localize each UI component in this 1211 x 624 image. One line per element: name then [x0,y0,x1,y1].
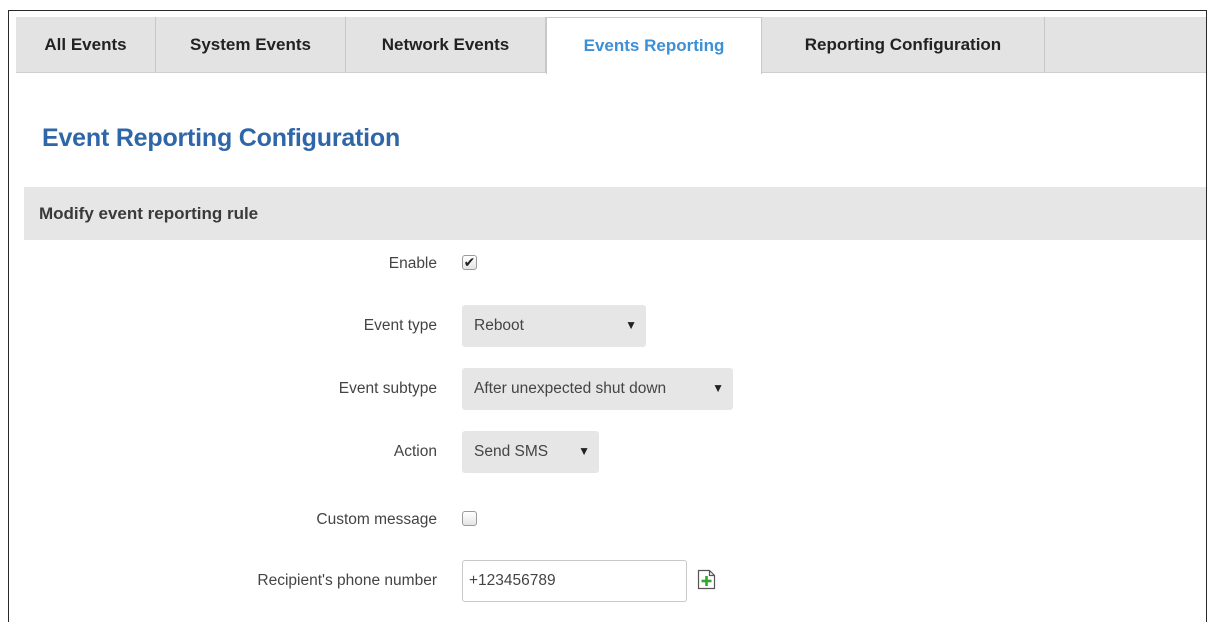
action-select[interactable]: Send SMS ▼ [462,431,599,473]
check-icon: ✔ [463,254,476,270]
chevron-down-icon: ▼ [712,381,724,395]
form-row-event-subtype: Event subtype After unexpected shut down… [9,368,1206,410]
tab-events-reporting[interactable]: Events Reporting [546,17,762,74]
add-icon[interactable] [697,569,716,590]
form-row-enable: Enable ✔ [9,244,1206,284]
section-title: Modify event reporting rule [39,203,259,223]
event-subtype-select[interactable]: After unexpected shut down ▼ [462,368,733,410]
action-value: Send SMS [474,443,549,460]
tab-network-events[interactable]: Network Events [346,17,546,72]
custom-message-label: Custom message [316,511,437,528]
page-frame: All Events System Events Network Events … [8,10,1207,622]
event-subtype-label: Event subtype [338,380,437,397]
section-header: Modify event reporting rule [24,187,1206,240]
recipient-phone-label: Recipient's phone number [257,572,437,589]
event-type-select[interactable]: Reboot ▼ [462,305,646,347]
page-title: Event Reporting Configuration [42,124,401,152]
form-row-custom-message: Custom message [9,500,1206,540]
form-row-action: Action Send SMS ▼ [9,431,1206,473]
tab-system-events[interactable]: System Events [156,17,346,72]
event-subtype-value: After unexpected shut down [474,380,667,397]
recipient-phone-input[interactable] [462,560,687,602]
enable-checkbox[interactable]: ✔ [462,255,477,270]
action-label: Action [393,443,437,460]
event-type-label: Event type [363,317,437,334]
enable-label: Enable [388,255,437,272]
chevron-down-icon: ▼ [578,444,590,458]
custom-message-checkbox[interactable] [462,511,477,526]
tab-reporting-configuration[interactable]: Reporting Configuration [762,17,1045,72]
form-row-event-type: Event type Reboot ▼ [9,305,1206,347]
chevron-down-icon: ▼ [625,318,637,332]
form-row-recipient-phone: Recipient's phone number [9,560,1206,602]
tab-all-events[interactable]: All Events [16,17,156,72]
event-type-value: Reboot [474,317,524,334]
tab-bar: All Events System Events Network Events … [16,17,1206,74]
